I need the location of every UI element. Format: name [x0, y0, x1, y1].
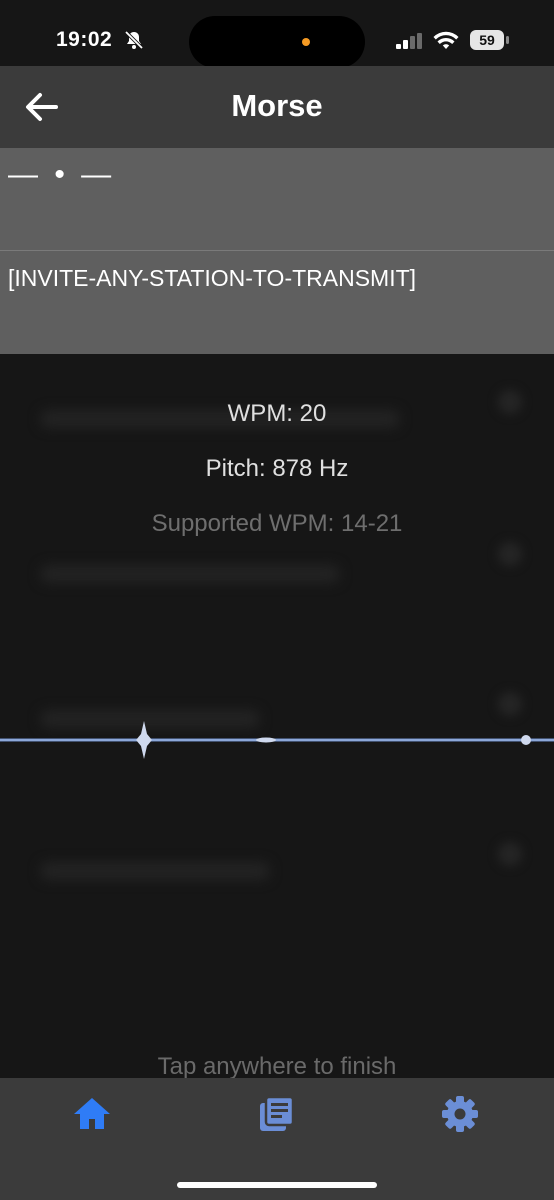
page-title: Morse	[231, 88, 323, 123]
blurred-row	[40, 862, 270, 880]
blurred-row	[40, 565, 340, 583]
blurred-dot	[498, 542, 522, 566]
waveform-endpoint	[521, 735, 531, 745]
decoded-text: [INVITE-ANY-STATION-TO-TRANSMIT]	[8, 265, 417, 291]
audio-waveform	[0, 721, 554, 759]
gear-icon[interactable]	[438, 1092, 482, 1136]
morse-code-text: — • —	[8, 158, 116, 191]
supported-wpm-label: Supported WPM: 14-21	[151, 510, 403, 537]
privacy-indicator-dot	[302, 38, 310, 46]
wpm-label: WPM: 20	[227, 400, 327, 427]
wifi-icon	[433, 31, 459, 49]
battery-icon: 59	[470, 30, 504, 50]
pitch-label: Pitch: 878 Hz	[205, 455, 349, 482]
home-indicator[interactable]	[177, 1182, 377, 1188]
status-bar: 19:02 59	[0, 0, 554, 68]
finish-hint[interactable]: Tap anywhere to finish	[0, 1053, 554, 1081]
waveform-spike	[136, 721, 152, 759]
decoded-text-panel: [INVITE-ANY-STATION-TO-TRANSMIT]	[0, 251, 554, 354]
signal-icon	[396, 33, 422, 49]
status-time: 19:02	[56, 28, 113, 51]
blurred-dot	[498, 842, 522, 866]
bell-slash-icon	[124, 30, 144, 50]
battery-tip	[506, 36, 509, 44]
header-bar: Morse	[0, 66, 554, 148]
log-icon[interactable]	[254, 1092, 298, 1136]
home-icon[interactable]	[70, 1092, 114, 1136]
waveform-blip	[256, 737, 276, 743]
dynamic-island	[189, 16, 365, 68]
blurred-dot	[498, 692, 522, 716]
morse-code-panel: — • —	[0, 148, 554, 250]
